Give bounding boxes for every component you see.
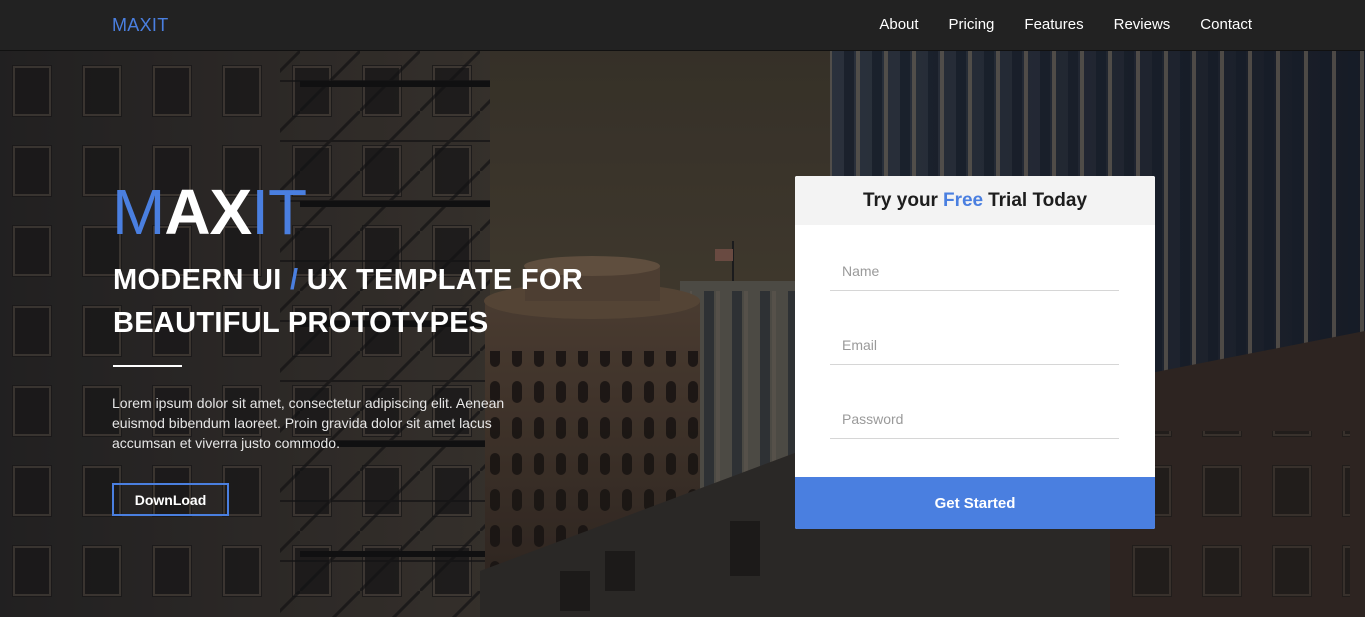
download-button[interactable]: DownLoad <box>112 483 229 516</box>
hero-headline-line2: BEAUTIFUL PROTOTYPES <box>113 307 489 339</box>
hero-divider <box>113 365 182 367</box>
hero-logo-ax: AX <box>164 176 252 248</box>
free-trial-heading: Try your Free Trial Today <box>795 176 1155 225</box>
hero-headline-slash: / <box>290 264 299 296</box>
heading-free: Free <box>942 189 984 211</box>
nav-link-reviews[interactable]: Reviews <box>1114 16 1171 34</box>
top-navbar: MAXIT About Pricing Features Reviews Con… <box>0 0 1365 51</box>
hero-logo-m: M <box>112 176 165 248</box>
nav-link-pricing[interactable]: Pricing <box>949 16 995 34</box>
heading-post: Trial Today <box>988 189 1088 211</box>
hero-description: Lorem ipsum dolor sit amet, consectetur … <box>112 395 505 451</box>
name-input[interactable] <box>830 251 1119 291</box>
hero-headline-part1: MODERN UI <box>113 264 282 296</box>
nav-link-contact[interactable]: Contact <box>1200 16 1252 34</box>
nav-link-about[interactable]: About <box>879 16 918 34</box>
free-trial-form: Try your Free Trial Today Get Started <box>795 176 1155 529</box>
email-input[interactable] <box>830 325 1119 365</box>
hero-headline: MODERN UI / UX TEMPLATE FOR BEAUTIFUL PR… <box>113 259 633 345</box>
get-started-button[interactable]: Get Started <box>795 477 1155 529</box>
nav-links: About Pricing Features Reviews Contact <box>849 0 1252 50</box>
hero-logo-it: IT <box>251 176 307 248</box>
brand-logo[interactable]: MAXIT <box>112 15 169 35</box>
heading-pre: Try your <box>862 189 938 211</box>
hero-logo: MAXIT <box>112 176 307 248</box>
nav-link-features[interactable]: Features <box>1024 16 1083 34</box>
hero-headline-part2: UX TEMPLATE FOR <box>306 264 583 296</box>
password-input[interactable] <box>830 399 1119 439</box>
